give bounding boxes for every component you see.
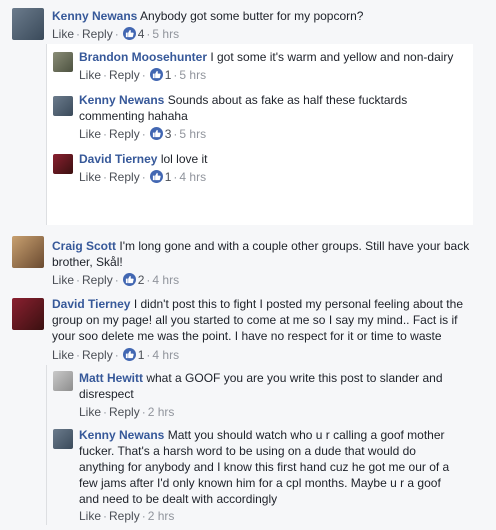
comment-text: I'm long gone and with a couple other gr… xyxy=(119,239,470,253)
comment-actions: Like · Reply · 4 · 5 hrs xyxy=(52,27,180,41)
comment-text: brother, Skål! xyxy=(52,255,123,269)
timestamp[interactable]: 5 hrs xyxy=(179,68,206,82)
like-link[interactable]: Like xyxy=(52,27,74,41)
comment: Craig Scott I'm long gone and with a cou… xyxy=(0,232,496,292)
comment-text: group on my page! all you started to com… xyxy=(52,313,458,327)
like-link[interactable]: Like xyxy=(79,68,101,82)
reply-link[interactable]: Reply xyxy=(82,273,113,287)
reply-body: Brandon Moosehunter I got some it's warm… xyxy=(79,49,469,65)
like-count[interactable]: 2 xyxy=(138,273,145,287)
comment-text: and need to be dealt with accordingly xyxy=(79,492,278,506)
comment-actions: Like · Reply · 1 · 4 hrs xyxy=(79,170,207,184)
reply-link[interactable]: Reply xyxy=(109,170,140,184)
avatar[interactable] xyxy=(53,96,73,116)
comment-text: your soo delete me was the point. I have… xyxy=(52,329,442,343)
comment-text: Matt you should watch who u r calling a … xyxy=(167,428,445,442)
reply-body: David Tierney lol love it xyxy=(79,151,469,167)
comment-actions: Like · Reply · 3 · 5 hrs xyxy=(79,127,207,141)
like-link[interactable]: Like xyxy=(79,405,101,419)
like-link[interactable]: Like xyxy=(52,273,74,287)
reply-link[interactable]: Reply xyxy=(109,509,140,523)
avatar[interactable] xyxy=(53,154,73,174)
comment-actions: Like · Reply · 1 · 4 hrs xyxy=(52,348,180,362)
like-count[interactable]: 4 xyxy=(138,27,145,41)
replies-thread: Matt Hewitt what a GOOF you are you writ… xyxy=(46,365,487,525)
reply-link[interactable]: Reply xyxy=(109,68,140,82)
like-count[interactable]: 1 xyxy=(165,68,172,82)
thumbs-up-icon xyxy=(149,127,163,140)
comment-text: I didn't post this to fight I posted my … xyxy=(133,297,463,311)
comment: David Tierney I didn't post this to figh… xyxy=(0,290,496,530)
comment-author[interactable]: Matt Hewitt xyxy=(79,371,143,385)
like-link[interactable]: Like xyxy=(79,127,101,141)
reply-link[interactable]: Reply xyxy=(109,127,140,141)
timestamp[interactable]: 5 hrs xyxy=(152,27,179,41)
comment-text: Anybody got some butter for my popcorn? xyxy=(140,9,364,23)
timestamp[interactable]: 2 hrs xyxy=(148,405,175,419)
comment-text: disrespect xyxy=(79,387,134,401)
comment-text: lol love it xyxy=(160,152,208,166)
reply-body: Kenny Newans Sounds about as fake as hal… xyxy=(79,92,469,124)
comment-text: anything for anybody and I know this fir… xyxy=(79,460,450,474)
thumbs-up-icon xyxy=(122,348,136,361)
thumbs-up-icon xyxy=(122,27,136,40)
comment-body: David Tierney I didn't post this to figh… xyxy=(52,296,488,344)
like-count[interactable]: 3 xyxy=(165,127,172,141)
avatar[interactable] xyxy=(12,298,44,330)
like-link[interactable]: Like xyxy=(52,348,74,362)
comment-author[interactable]: Kenny Newans xyxy=(79,93,164,107)
reply-link[interactable]: Reply xyxy=(109,405,140,419)
timestamp[interactable]: 2 hrs xyxy=(148,509,175,523)
comment-body: Kenny Newans Anybody got some butter for… xyxy=(52,8,482,24)
timestamp[interactable]: 4 hrs xyxy=(179,170,206,184)
timestamp[interactable]: 4 hrs xyxy=(152,348,179,362)
comment-author[interactable]: David Tierney xyxy=(52,297,130,311)
avatar[interactable] xyxy=(12,8,44,40)
comment-actions: Like · Reply · 1 · 5 hrs xyxy=(79,68,207,82)
like-link[interactable]: Like xyxy=(79,509,101,523)
avatar[interactable] xyxy=(53,429,73,449)
comment-author[interactable]: David Tierney xyxy=(79,152,157,166)
comment-author[interactable]: Craig Scott xyxy=(52,239,116,253)
avatar[interactable] xyxy=(53,52,73,72)
comment-text: what a GOOF you are you write this post … xyxy=(146,371,443,385)
reply-body: Kenny Newans Matt you should watch who u… xyxy=(79,427,483,507)
comment-author[interactable]: Kenny Newans xyxy=(52,9,137,23)
comment-body: Craig Scott I'm long gone and with a cou… xyxy=(52,238,488,270)
comment-text: I got some it's warm and yellow and non-… xyxy=(210,50,454,64)
thumbs-up-icon xyxy=(122,273,136,286)
like-count[interactable]: 1 xyxy=(165,170,172,184)
replies-thread: Brandon Moosehunter I got some it's warm… xyxy=(46,44,473,225)
timestamp[interactable]: 5 hrs xyxy=(179,127,206,141)
comment-text: commenting hahaha xyxy=(79,109,188,123)
comment-author[interactable]: Brandon Moosehunter xyxy=(79,50,207,64)
reply-body: Matt Hewitt what a GOOF you are you writ… xyxy=(79,370,483,402)
timestamp[interactable]: 4 hrs xyxy=(152,273,179,287)
like-count[interactable]: 1 xyxy=(138,348,145,362)
thumbs-up-icon xyxy=(149,68,163,81)
thumbs-up-icon xyxy=(149,170,163,183)
reply-link[interactable]: Reply xyxy=(82,27,113,41)
comment-author[interactable]: Kenny Newans xyxy=(79,428,164,442)
avatar[interactable] xyxy=(12,236,44,268)
comment-actions: Like · Reply · 2 hrs xyxy=(79,405,175,419)
comment: Kenny Newans Anybody got some butter for… xyxy=(0,0,496,225)
comment-actions: Like · Reply · 2 · 4 hrs xyxy=(52,273,180,287)
comment-text: Sounds about as fake as half these fuckt… xyxy=(167,93,408,107)
comment-text: few jams after I'd only known him for a … xyxy=(79,476,441,490)
like-link[interactable]: Like xyxy=(79,170,101,184)
avatar[interactable] xyxy=(53,371,73,391)
reply-link[interactable]: Reply xyxy=(82,348,113,362)
comment-text: fucker. That's a harsh word to be using … xyxy=(79,444,416,458)
comment-actions: Like · Reply · 2 hrs xyxy=(79,509,175,523)
